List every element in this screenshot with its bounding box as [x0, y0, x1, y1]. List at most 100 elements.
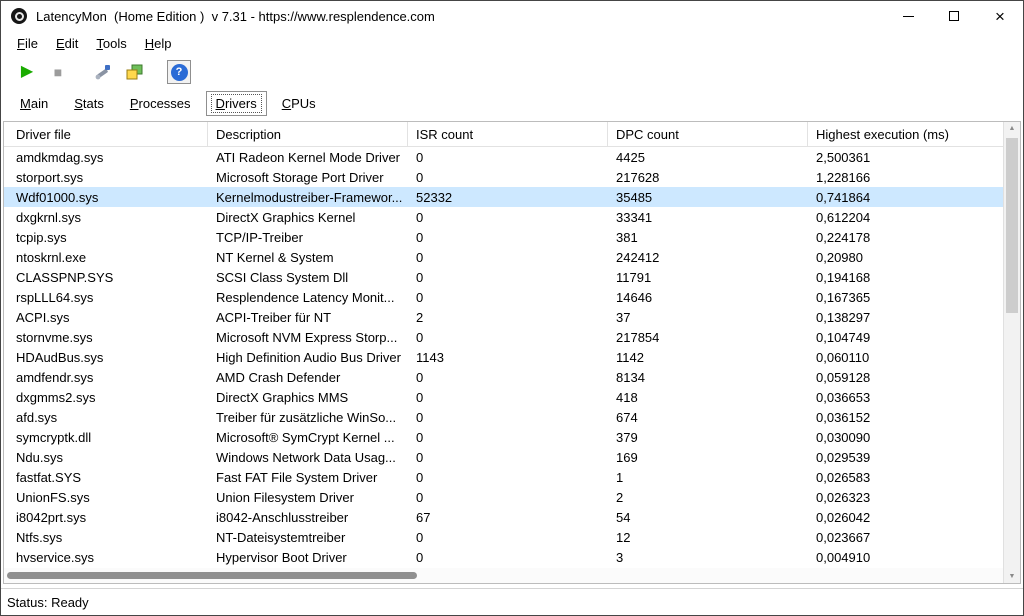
close-button[interactable]: × [977, 1, 1023, 31]
cell-highest-execution: 0,224178 [808, 230, 1003, 245]
drivers-table: Driver file Description ISR count DPC co… [3, 121, 1021, 584]
cell-highest-execution: 0,029539 [808, 450, 1003, 465]
cell-driver-file: fastfat.SYS [4, 470, 208, 485]
cell-isr-count: 0 [408, 330, 608, 345]
cell-isr-count: 0 [408, 290, 608, 305]
table-row[interactable]: hvservice.sys Hypervisor Boot Driver 0 3… [4, 547, 1003, 567]
cell-driver-file: amdkmdag.sys [4, 150, 208, 165]
help-button[interactable]: ? [167, 60, 191, 84]
cell-dpc-count: 1 [608, 470, 808, 485]
cell-description: Treiber für zusätzliche WinSo... [208, 410, 408, 425]
tab-cpus[interactable]: CPUs [271, 92, 327, 115]
cell-driver-file: dxgmms2.sys [4, 390, 208, 405]
table-row[interactable]: amdfendr.sys AMD Crash Defender 0 8134 0… [4, 367, 1003, 387]
table-row[interactable]: CLASSPNP.SYS SCSI Class System Dll 0 117… [4, 267, 1003, 287]
select-pages-button[interactable] [122, 60, 146, 84]
cell-highest-execution: 0,20980 [808, 250, 1003, 265]
menu-help[interactable]: Help [136, 33, 181, 54]
cell-driver-file: storport.sys [4, 170, 208, 185]
tab-stats[interactable]: Stats [63, 92, 115, 115]
cell-dpc-count: 54 [608, 510, 808, 525]
cell-description: Microsoft Storage Port Driver [208, 170, 408, 185]
column-header-highest-execution[interactable]: Highest execution (ms) [808, 122, 1003, 146]
play-icon: ▶ [21, 64, 33, 80]
horizontal-scrollbar[interactable] [4, 568, 1003, 583]
tab-drivers-label: Drivers [212, 95, 261, 112]
vertical-scrollbar[interactable]: ▲ ▼ [1003, 122, 1020, 583]
table-row[interactable]: dxgkrnl.sys DirectX Graphics Kernel 0 33… [4, 207, 1003, 227]
up-arrow-icon[interactable]: ▲ [1009, 125, 1016, 132]
table-row[interactable]: dxgmms2.sys DirectX Graphics MMS 0 418 0… [4, 387, 1003, 407]
stop-icon: ■ [54, 65, 62, 79]
table-row[interactable]: HDAudBus.sys High Definition Audio Bus D… [4, 347, 1003, 367]
cell-description: Resplendence Latency Monit... [208, 290, 408, 305]
tab-drivers[interactable]: Drivers [206, 91, 267, 116]
cell-isr-count: 0 [408, 370, 608, 385]
table-row[interactable]: UnionFS.sys Union Filesystem Driver 0 2 … [4, 487, 1003, 507]
cell-highest-execution: 0,060110 [808, 350, 1003, 365]
cell-description: DirectX Graphics MMS [208, 390, 408, 405]
menu-edit[interactable]: Edit [47, 33, 87, 54]
menu-file[interactable]: File [8, 33, 47, 54]
window-title: LatencyMon (Home Edition ) v 7.31 - http… [36, 9, 435, 24]
cell-dpc-count: 37 [608, 310, 808, 325]
options-button[interactable] [91, 60, 115, 84]
cell-highest-execution: 1,228166 [808, 170, 1003, 185]
cell-driver-file: tcpip.sys [4, 230, 208, 245]
table-row[interactable]: Ntfs.sys NT-Dateisystemtreiber 0 12 0,02… [4, 527, 1003, 547]
minimize-button[interactable] [885, 1, 931, 31]
down-arrow-icon[interactable]: ▼ [1009, 573, 1016, 580]
table-row[interactable]: i8042prt.sys i8042-Anschlusstreiber 67 5… [4, 507, 1003, 527]
toolbar: ▶ ■ ? [1, 56, 1023, 88]
table-row[interactable]: ACPI.sys ACPI-Treiber für NT 2 37 0,1382… [4, 307, 1003, 327]
cell-description: Microsoft® SymCrypt Kernel ... [208, 430, 408, 445]
column-header-description[interactable]: Description [208, 122, 408, 146]
cell-highest-execution: 0,026323 [808, 490, 1003, 505]
table-row[interactable]: afd.sys Treiber für zusätzliche WinSo...… [4, 407, 1003, 427]
table-row[interactable]: rspLLL64.sys Resplendence Latency Monit.… [4, 287, 1003, 307]
column-header-driver-file[interactable]: Driver file [4, 122, 208, 146]
table-row[interactable]: amdkmdag.sys ATI Radeon Kernel Mode Driv… [4, 147, 1003, 167]
cell-highest-execution: 0,138297 [808, 310, 1003, 325]
cell-driver-file: ntoskrnl.exe [4, 250, 208, 265]
cell-description: DirectX Graphics Kernel [208, 210, 408, 225]
menu-tools[interactable]: Tools [87, 33, 135, 54]
cell-dpc-count: 169 [608, 450, 808, 465]
stop-monitor-button[interactable]: ■ [46, 60, 70, 84]
table-row[interactable]: symcryptk.dll Microsoft® SymCrypt Kernel… [4, 427, 1003, 447]
cell-highest-execution: 0,026583 [808, 470, 1003, 485]
table-row[interactable]: ntoskrnl.exe NT Kernel & System 0 242412… [4, 247, 1003, 267]
maximize-icon [949, 11, 959, 21]
table-row[interactable]: storport.sys Microsoft Storage Port Driv… [4, 167, 1003, 187]
cell-highest-execution: 0,104749 [808, 330, 1003, 345]
table-row[interactable]: Wdf01000.sys Kernelmodustreiber-Framewor… [4, 187, 1003, 207]
maximize-button[interactable] [931, 1, 977, 31]
table-row[interactable]: Ndu.sys Windows Network Data Usag... 0 1… [4, 447, 1003, 467]
drivers-table-main: Driver file Description ISR count DPC co… [4, 122, 1003, 583]
cell-driver-file: hvservice.sys [4, 550, 208, 565]
cell-dpc-count: 3 [608, 550, 808, 565]
start-monitor-button[interactable]: ▶ [15, 60, 39, 84]
table-row[interactable]: tcpip.sys TCP/IP-Treiber 0 381 0,224178 [4, 227, 1003, 247]
cell-description: Kernelmodustreiber-Framewor... [208, 190, 408, 205]
tab-main[interactable]: Main [9, 92, 59, 115]
cell-driver-file: UnionFS.sys [4, 490, 208, 505]
horizontal-scrollbar-thumb[interactable] [7, 572, 417, 579]
vertical-scrollbar-thumb[interactable] [1006, 138, 1018, 313]
cell-description: NT Kernel & System [208, 250, 408, 265]
cell-driver-file: amdfendr.sys [4, 370, 208, 385]
cell-driver-file: i8042prt.sys [4, 510, 208, 525]
cell-isr-count: 0 [408, 470, 608, 485]
table-row[interactable]: stornvme.sys Microsoft NVM Express Storp… [4, 327, 1003, 347]
cell-driver-file: Wdf01000.sys [4, 190, 208, 205]
table-row[interactable]: fastfat.SYS Fast FAT File System Driver … [4, 467, 1003, 487]
column-header-dpc-count[interactable]: DPC count [608, 122, 808, 146]
cell-highest-execution: 0,741864 [808, 190, 1003, 205]
tab-processes[interactable]: Processes [119, 92, 202, 115]
minimize-icon [903, 16, 914, 17]
cell-isr-count: 0 [408, 150, 608, 165]
cell-driver-file: Ndu.sys [4, 450, 208, 465]
tab-processes-label: Processes [130, 96, 191, 111]
column-header-isr-count[interactable]: ISR count [408, 122, 608, 146]
cell-isr-count: 0 [408, 410, 608, 425]
